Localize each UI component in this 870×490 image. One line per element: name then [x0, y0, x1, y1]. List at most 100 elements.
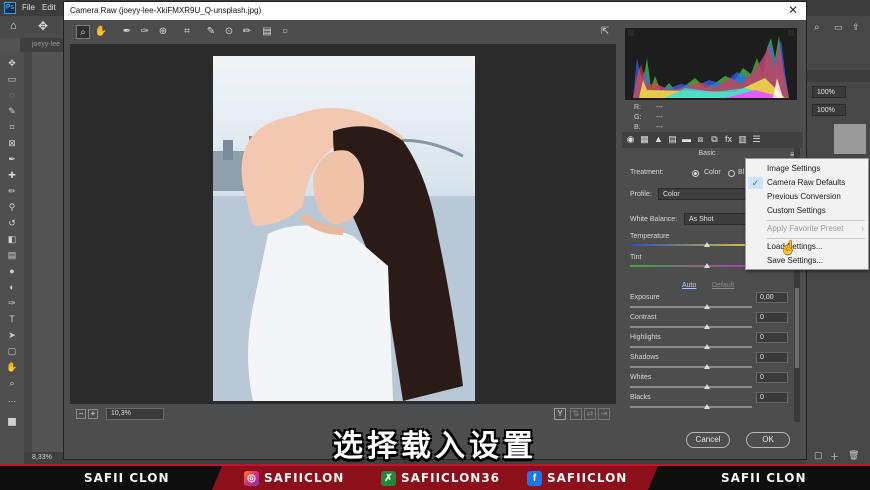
- lasso-icon[interactable]: ◌: [6, 90, 18, 100]
- slider-value[interactable]: 0: [756, 312, 788, 323]
- frame-icon[interactable]: ⊠: [6, 138, 18, 148]
- blacks-knob[interactable]: [704, 404, 710, 409]
- slider-value[interactable]: 0: [756, 392, 788, 403]
- gradient-icon[interactable]: ▤: [6, 250, 18, 260]
- workspace-icon[interactable]: ▭: [834, 22, 843, 33]
- layer-thumbnail[interactable]: [834, 124, 866, 154]
- more-tools-icon[interactable]: …: [6, 394, 18, 404]
- open-preferences-icon[interactable]: ⇱: [598, 25, 612, 39]
- share-icon[interactable]: ⇪: [852, 22, 860, 33]
- eraser-icon[interactable]: ◧: [6, 234, 18, 244]
- presets-tab-icon[interactable]: ☰: [751, 134, 762, 145]
- spot-removal-icon[interactable]: ✎: [204, 25, 218, 39]
- hand-icon[interactable]: ✋: [6, 362, 18, 372]
- menu-camera-raw-defaults[interactable]: Camera Raw Defaults: [767, 178, 845, 187]
- zoom-icon[interactable]: ⌕: [6, 378, 18, 388]
- slider-value[interactable]: 0: [756, 372, 788, 383]
- target-adjust-icon[interactable]: ⊕: [156, 25, 170, 39]
- contrast-knob[interactable]: [704, 324, 710, 329]
- white-balance-icon[interactable]: ✒: [120, 25, 134, 39]
- basic-tab-icon[interactable]: ◉: [625, 134, 636, 145]
- split-toning-tab-icon[interactable]: ▬: [681, 134, 692, 145]
- slider-value[interactable]: 0,00: [756, 292, 788, 303]
- opacity-field[interactable]: 100%: [812, 86, 846, 98]
- radial-filter-icon[interactable]: ○: [278, 25, 292, 39]
- default-link[interactable]: Default: [712, 282, 734, 289]
- color-sampler-icon[interactable]: ✑: [138, 25, 152, 39]
- shadows-knob[interactable]: [704, 364, 710, 369]
- home-icon[interactable]: ⌂: [10, 20, 17, 32]
- move-icon[interactable]: ✥: [6, 58, 18, 68]
- hand-tool-icon[interactable]: ✋: [94, 25, 108, 39]
- highlights-knob[interactable]: [704, 344, 710, 349]
- zoom-tool-icon[interactable]: ⌕: [76, 25, 90, 39]
- search-icon[interactable]: ⌕: [814, 22, 820, 33]
- pen-icon[interactable]: ✑: [6, 298, 18, 308]
- slider-value[interactable]: 0: [756, 352, 788, 363]
- slider-value[interactable]: 0: [756, 332, 788, 343]
- document-tab[interactable]: joeyy-lee: [32, 41, 60, 48]
- adjustment-brush-icon[interactable]: ✏: [240, 25, 254, 39]
- auto-link[interactable]: Auto: [682, 282, 696, 289]
- menu-previous-conversion[interactable]: Previous Conversion: [767, 192, 841, 201]
- blacks-slider[interactable]: [630, 406, 752, 408]
- effects-tab-icon[interactable]: fx: [723, 134, 734, 145]
- white-balance-select[interactable]: As Shot: [684, 213, 748, 225]
- history-brush-icon[interactable]: ↺: [6, 218, 18, 228]
- image-preview[interactable]: [70, 44, 616, 404]
- healing-icon[interactable]: ✚: [6, 170, 18, 180]
- tint-knob[interactable]: [704, 263, 710, 268]
- before-after-button[interactable]: Y: [554, 408, 566, 420]
- zoom-out-button[interactable]: −: [76, 409, 86, 419]
- toggle-settings-icon[interactable]: ⇥: [598, 408, 610, 420]
- zoom-in-button[interactable]: +: [88, 409, 98, 419]
- hsl-tab-icon[interactable]: ▤: [667, 134, 678, 145]
- menu-image-settings[interactable]: Image Settings: [767, 164, 820, 173]
- blur-icon[interactable]: ●: [6, 266, 18, 276]
- crop-tool-icon[interactable]: ⌗: [180, 25, 194, 39]
- crop-icon[interactable]: ⌗: [6, 122, 18, 132]
- temperature-slider[interactable]: [630, 244, 752, 246]
- exposure-knob[interactable]: [704, 304, 710, 309]
- type-icon[interactable]: T: [6, 314, 18, 324]
- path-select-icon[interactable]: ➤: [6, 330, 18, 340]
- lens-tab-icon[interactable]: ⧈: [695, 134, 706, 145]
- shadow-clip-icon[interactable]: [628, 30, 634, 36]
- profile-select[interactable]: Color: [658, 188, 748, 200]
- temperature-knob[interactable]: [704, 242, 710, 247]
- transform-tab-icon[interactable]: ⧉: [709, 134, 720, 145]
- highlight-clip-icon[interactable]: [788, 30, 794, 36]
- move-tool-icon[interactable]: ✥: [38, 19, 48, 33]
- menu-custom-settings[interactable]: Custom Settings: [767, 206, 826, 215]
- brush-icon[interactable]: ✏: [6, 186, 18, 196]
- tone-curve-tab-icon[interactable]: ▦: [639, 134, 650, 145]
- contrast-slider[interactable]: [630, 326, 752, 328]
- eyedropper-icon[interactable]: ✒: [6, 154, 18, 164]
- tint-slider[interactable]: [630, 265, 752, 267]
- treatment-color-radio[interactable]: [692, 170, 699, 177]
- fill-field[interactable]: 100%: [812, 104, 846, 116]
- swap-settings-icon[interactable]: ⇅: [570, 408, 582, 420]
- highlights-slider[interactable]: [630, 346, 752, 348]
- marquee-icon[interactable]: ▭: [6, 74, 18, 84]
- red-eye-icon[interactable]: ⊙: [222, 25, 236, 39]
- exposure-slider[interactable]: [630, 306, 752, 308]
- quick-select-icon[interactable]: ✎: [6, 106, 18, 116]
- menu-file[interactable]: File: [22, 3, 35, 12]
- calibration-tab-icon[interactable]: ▥: [737, 134, 748, 145]
- treatment-bw-radio[interactable]: [728, 170, 735, 177]
- dodge-icon[interactable]: ◐: [6, 282, 18, 292]
- close-icon[interactable]: ✕: [788, 3, 798, 17]
- menu-save-settings[interactable]: Save Settings...: [767, 256, 823, 265]
- zoom-level-select[interactable]: 10,3%: [106, 408, 164, 420]
- detail-tab-icon[interactable]: ▲: [653, 134, 664, 145]
- graduated-filter-icon[interactable]: ▤: [260, 25, 274, 39]
- panel-scroll-thumb[interactable]: [795, 288, 799, 368]
- stamp-icon[interactable]: ⚲: [6, 202, 18, 212]
- menu-edit[interactable]: Edit: [42, 3, 56, 12]
- shape-icon[interactable]: ▢: [6, 346, 18, 356]
- whites-knob[interactable]: [704, 384, 710, 389]
- copy-settings-icon[interactable]: ⇄: [584, 408, 596, 420]
- whites-slider[interactable]: [630, 386, 752, 388]
- shadows-slider[interactable]: [630, 366, 752, 368]
